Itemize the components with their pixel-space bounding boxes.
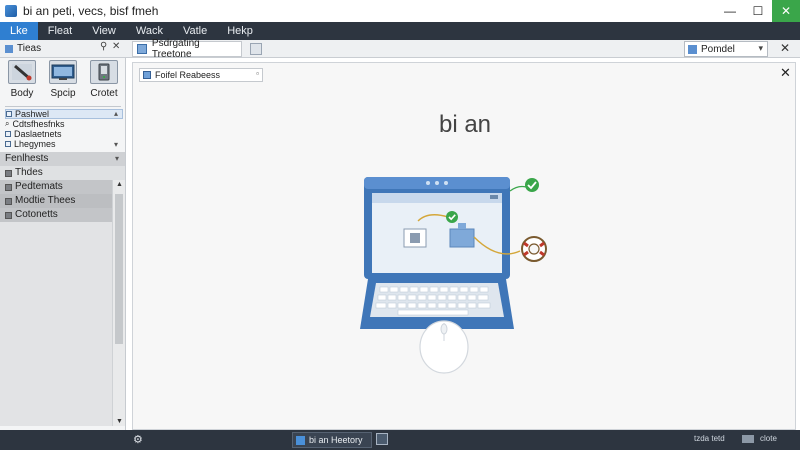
sidebar: Body Spcip Crotet Pashwel ⌕ Cdtsfhesfnks… bbox=[0, 58, 126, 430]
sidebar-lower-panel bbox=[0, 222, 112, 426]
sidebar-scrollbar[interactable]: ▲ ▼ bbox=[112, 180, 125, 426]
tree-item[interactable]: ⌕ Cdtsfhesfnks bbox=[5, 119, 123, 129]
section-thdes[interactable]: Thdes bbox=[0, 166, 125, 180]
chevron-down-icon: ▾ bbox=[758, 43, 763, 53]
document-icon bbox=[143, 71, 151, 79]
tool-body[interactable]: Body bbox=[5, 60, 39, 104]
window-controls: — ☐ ✕ bbox=[716, 0, 800, 22]
divider bbox=[5, 106, 121, 107]
section-modtie-thees[interactable]: Modtie Thees bbox=[0, 194, 125, 208]
section-pedtemats[interactable]: Pedtemats bbox=[0, 180, 125, 194]
folder-icon bbox=[5, 131, 11, 137]
tab-document[interactable]: Psdrgating Treetone bbox=[132, 38, 242, 60]
tool-crotet-label: Crotet bbox=[90, 88, 118, 99]
scrollbar-thumb[interactable] bbox=[115, 194, 123, 344]
gear-icon[interactable]: ⚙ bbox=[133, 433, 143, 446]
toolbar: Tieas ⚲ ✕ Psdrgating Treetone Pomdel ▾ ✕ bbox=[0, 38, 800, 60]
document-icon bbox=[137, 44, 147, 54]
tree-item[interactable]: Daslaetnets bbox=[5, 129, 123, 139]
tree-item[interactable]: Pashwel bbox=[5, 109, 123, 119]
status-bar: ⚙ bi an Heetory tzda tetd clote bbox=[0, 430, 800, 450]
section-icon bbox=[5, 197, 12, 205]
section-icon bbox=[5, 183, 12, 191]
tab-foifel-reabeess[interactable]: Foifel Reabeess ▫ bbox=[139, 68, 263, 82]
app-icon bbox=[296, 435, 305, 445]
laptop-illustration bbox=[360, 177, 547, 374]
document-close-icon[interactable]: ✕ bbox=[780, 65, 791, 81]
view-dropdown[interactable]: Pomdel ▾ bbox=[684, 41, 768, 57]
dropdown-value: Pomdel bbox=[701, 43, 735, 55]
main-document-area: Foifel Reabeess ▫ ✕ bi an bbox=[132, 62, 796, 430]
section-thdes-label: Thdes bbox=[15, 167, 43, 178]
tree-item-label: Lhegymes bbox=[14, 139, 56, 149]
menu-item-lke[interactable]: Lke bbox=[0, 22, 38, 40]
tree-item-label: Cdtsfhesfnks bbox=[12, 119, 65, 129]
tool-spcip[interactable]: Spcip bbox=[46, 60, 80, 104]
menu-item-view[interactable]: View bbox=[82, 22, 126, 40]
status-text: clote bbox=[760, 434, 777, 443]
chevron-down-icon: ▾ bbox=[114, 154, 119, 163]
maximize-button[interactable]: ☐ bbox=[744, 0, 772, 22]
toolbar-close-icon[interactable]: ✕ bbox=[780, 41, 790, 55]
tree-item-label: Pashwel bbox=[15, 109, 50, 119]
gear-icon bbox=[5, 211, 12, 219]
taskbar-item[interactable]: bi an Heetory bbox=[292, 432, 372, 448]
minimize-button[interactable]: — bbox=[716, 0, 744, 22]
zoom-level: tzda tetd bbox=[694, 434, 725, 443]
tab-foifel-reabeess-label: Foifel Reabeess bbox=[155, 70, 221, 80]
sidebar-close-icon[interactable]: ✕ bbox=[112, 41, 120, 52]
grid-icon[interactable] bbox=[376, 433, 388, 445]
section-cotonetts-label: Cotonetts bbox=[15, 209, 58, 220]
brush-icon bbox=[8, 60, 36, 84]
tree-scroll-down-icon[interactable]: ▾ bbox=[114, 140, 118, 149]
tab-document-label: Psdrgating Treetone bbox=[151, 38, 200, 60]
folder-icon bbox=[6, 111, 12, 117]
taskbar-item-label: bi an Heetory bbox=[309, 435, 363, 445]
scroll-down-icon[interactable]: ▼ bbox=[116, 418, 123, 425]
tree-item[interactable]: Lhegymes bbox=[5, 139, 123, 149]
tools-icon bbox=[5, 44, 13, 53]
sidebar-header: Tieas bbox=[5, 43, 41, 54]
scroll-up-icon[interactable]: ▲ bbox=[116, 181, 123, 188]
tool-crotet[interactable]: Crotet bbox=[87, 60, 121, 104]
monitor-icon bbox=[49, 60, 77, 84]
page-title: bi an bbox=[438, 111, 492, 138]
folder-icon bbox=[5, 141, 11, 147]
sidebar-title: Tieas bbox=[17, 43, 42, 54]
window-title: bi an peti, vecs, bisf fmeh bbox=[23, 4, 159, 18]
section-pedtemats-label: Pedtemats bbox=[15, 181, 63, 192]
tree-list: Pashwel ⌕ Cdtsfhesfnks Daslaetnets Lhegy… bbox=[5, 109, 123, 149]
section-fenlhests[interactable]: Fenlhests ▾ bbox=[0, 152, 125, 166]
tool-spcip-label: Spcip bbox=[50, 88, 76, 99]
menu-bar: Lke Fleat View Wack Vatle Hekp bbox=[0, 22, 800, 40]
pin-icon[interactable]: ⚲ bbox=[100, 41, 107, 52]
app-icon bbox=[5, 5, 17, 17]
tree-scroll-up-icon[interactable]: ▴ bbox=[114, 109, 118, 118]
tab-close-icon[interactable]: ▫ bbox=[256, 69, 259, 78]
tool-palette: Body Spcip Crotet bbox=[5, 60, 121, 104]
new-tab-icon[interactable] bbox=[250, 43, 262, 55]
section-icon bbox=[5, 169, 12, 177]
zoom-slider[interactable] bbox=[742, 435, 754, 443]
close-button[interactable]: ✕ bbox=[772, 0, 800, 22]
menu-item-fleat[interactable]: Fleat bbox=[38, 22, 82, 40]
dropdown-icon bbox=[688, 44, 697, 54]
section-fenlhests-label: Fenlhests bbox=[5, 153, 49, 164]
device-icon bbox=[90, 60, 118, 84]
title-bar: bi an peti, vecs, bisf fmeh — ☐ ✕ bbox=[0, 0, 800, 22]
tool-body-label: Body bbox=[10, 88, 34, 99]
search-icon: ⌕ bbox=[5, 119, 10, 128]
section-cotonetts[interactable]: Cotonetts bbox=[0, 208, 125, 222]
section-modtie-thees-label: Modtie Thees bbox=[15, 195, 76, 206]
tree-item-label: Daslaetnets bbox=[14, 129, 62, 139]
